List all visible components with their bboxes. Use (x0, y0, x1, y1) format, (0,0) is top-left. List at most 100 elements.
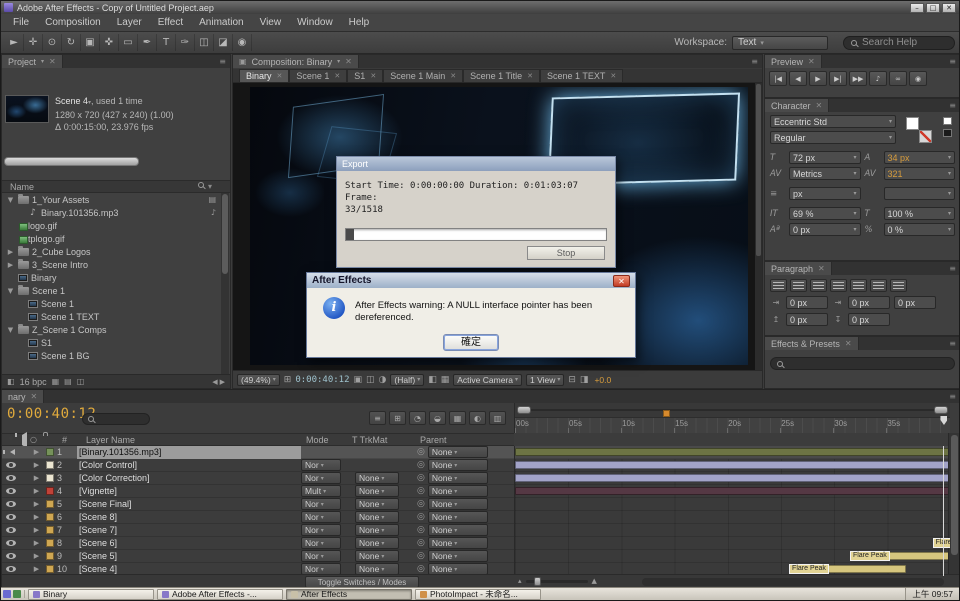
timeline-tab[interactable]: nary ✕ (2, 390, 44, 403)
layer-trkmat-dropdown[interactable]: None (355, 511, 399, 523)
next-frame-button[interactable]: ▶| (829, 71, 847, 86)
layer-name[interactable]: [Scene 8] (77, 511, 301, 524)
character-tab[interactable]: Character ✕ (765, 99, 829, 112)
expand-icon[interactable]: ▶ (6, 248, 15, 256)
zoom-in-icon[interactable]: ▲ (592, 577, 597, 585)
layer-row[interactable]: ▶6[Scene 8]NorNone◎None (2, 511, 514, 524)
viewer-tab-scene-1-title[interactable]: Scene 1 Title✕ (463, 69, 540, 82)
eye-icon[interactable] (6, 566, 16, 572)
loop-button[interactable]: ∞ (889, 71, 907, 86)
justify-last-center-button[interactable] (850, 279, 867, 292)
layer-label-color[interactable] (46, 500, 54, 508)
eye-icon[interactable] (6, 488, 16, 494)
eye-icon[interactable] (6, 540, 16, 546)
auto-keyframe-icon[interactable]: ≡ (369, 411, 386, 425)
layer-track-row[interactable] (515, 511, 950, 524)
layer-expand-icon[interactable]: ▶ (30, 513, 43, 521)
project-filter-bar[interactable] (4, 157, 139, 166)
eye-icon[interactable] (6, 514, 16, 520)
effects-search-input[interactable] (770, 357, 955, 370)
layer-expand-icon[interactable]: ▶ (30, 539, 43, 547)
interpret-footage-icon[interactable]: ◧ (7, 377, 15, 386)
layer-expand-icon[interactable]: ▶ (30, 461, 43, 469)
layer-mode-dropdown[interactable]: Nor (301, 459, 341, 471)
justify-last-right-button[interactable] (870, 279, 887, 292)
layer-name[interactable]: [Color Control] (77, 459, 301, 472)
project-panel-menu-icon[interactable]: ≡ (219, 57, 230, 66)
effects-tab-close-icon[interactable]: ✕ (845, 339, 852, 348)
maximize-button[interactable]: □ (926, 3, 940, 13)
project-item[interactable]: Scene 1 TEXT (2, 310, 221, 323)
character-panel-menu-icon[interactable]: ≡ (949, 101, 960, 110)
new-folder-icon[interactable]: ▦ (52, 377, 60, 386)
pen-tool[interactable]: ✒ (138, 34, 157, 51)
layer-track-row[interactable]: Flare 2 (515, 537, 950, 550)
layer-av-switches[interactable] (2, 501, 30, 507)
delete-icon[interactable]: ◫ (77, 377, 85, 386)
new-composition-icon[interactable]: ▤ (64, 377, 72, 386)
last-frame-button[interactable]: ▶▶ (849, 71, 867, 86)
close-button[interactable]: ✕ (942, 3, 956, 13)
layer-name[interactable]: [Scene 6] (77, 537, 301, 550)
eye-icon[interactable] (6, 462, 16, 468)
viewer-tab-scene-1-main[interactable]: Scene 1 Main✕ (383, 69, 463, 82)
expand-icon[interactable]: ▼ (6, 326, 15, 334)
layer-trkmat-dropdown[interactable]: None (355, 485, 399, 497)
viewer-tab-close-icon[interactable]: ✕ (370, 72, 376, 80)
viewer-tab-close-icon[interactable]: ✕ (610, 72, 616, 80)
project-item[interactable]: ▼1_Your Assets▤ (2, 193, 221, 206)
draft-3d-icon[interactable]: ◔ (409, 411, 426, 425)
stroke-style-dropdown[interactable] (884, 187, 956, 200)
composition-marker[interactable] (663, 410, 670, 417)
align-center-button[interactable] (790, 279, 807, 292)
pickwhip-icon[interactable]: ◎ (417, 551, 425, 561)
view-layout-dropdown[interactable]: 1 View (526, 374, 564, 386)
viewer-tab-scene-1[interactable]: Scene 1✕ (289, 69, 347, 82)
project-search-icon[interactable] (198, 182, 204, 188)
brush-tool[interactable]: ✑ (176, 34, 195, 51)
viewer-tab-s1[interactable]: S1✕ (347, 69, 383, 82)
transparency-grid-icon[interactable]: ▦ (441, 375, 450, 385)
export-dialog-titlebar[interactable]: Export (337, 157, 615, 171)
effects-panel-menu-icon[interactable]: ≡ (949, 339, 960, 348)
paragraph-tab-close-icon[interactable]: ✕ (818, 264, 825, 273)
layer-label-color[interactable] (46, 474, 54, 482)
motion-blur-icon[interactable]: ◐ (469, 411, 486, 425)
menu-animation[interactable]: Animation (191, 15, 251, 30)
layer-row[interactable]: ▶2[Color Control]Nor◎None (2, 459, 514, 472)
layer-duration-bar[interactable] (515, 461, 950, 469)
eye-icon[interactable] (6, 501, 16, 507)
fill-swatch[interactable] (906, 117, 919, 130)
layer-track-row[interactable] (515, 485, 950, 498)
pickwhip-icon[interactable]: ◎ (417, 486, 425, 496)
layer-expand-icon[interactable]: ▶ (30, 448, 43, 456)
project-item[interactable]: Binary (2, 271, 221, 284)
timeline-search-input[interactable] (82, 413, 150, 425)
layer-label-color[interactable] (46, 513, 54, 521)
expand-icon[interactable]: ▶ (6, 261, 15, 269)
taskbar-button[interactable]: After Effects (286, 589, 412, 600)
stroke-swatch[interactable] (919, 130, 932, 143)
font-size-field[interactable]: 72 px (789, 151, 861, 164)
viewer-tab-close-icon[interactable]: ✕ (277, 72, 283, 80)
timeline-zoom-control[interactable]: ▴ ▲ (518, 577, 597, 585)
layer-expand-icon[interactable]: ▶ (30, 565, 43, 573)
menu-window[interactable]: Window (289, 15, 341, 30)
taskbar-clock[interactable]: 上午 09:57 (905, 588, 959, 600)
justify-last-left-button[interactable] (830, 279, 847, 292)
project-item[interactable]: logo.gif (2, 219, 221, 232)
layer-parent-dropdown[interactable]: None (428, 459, 488, 471)
layer-label-color[interactable] (46, 461, 54, 469)
menu-layer[interactable]: Layer (109, 15, 150, 30)
graph-editor-icon[interactable]: ▥ (489, 411, 506, 425)
menu-file[interactable]: File (5, 15, 37, 30)
channels-icon[interactable]: ◑ (379, 375, 387, 385)
project-item[interactable]: S1 (2, 336, 221, 349)
pickwhip-icon[interactable]: ◎ (417, 460, 425, 470)
eye-icon[interactable] (6, 475, 16, 481)
timeline-horizontal-scrollbar[interactable] (642, 578, 944, 586)
project-item[interactable]: ♪Binary.101356.mp3♪ (2, 206, 221, 219)
mask-shape-tool[interactable]: ▭ (119, 34, 138, 51)
fill-stroke-swatches[interactable] (906, 117, 932, 143)
composition-tab[interactable]: ▣ Composition: Binary ▾ ✕ (233, 55, 359, 68)
